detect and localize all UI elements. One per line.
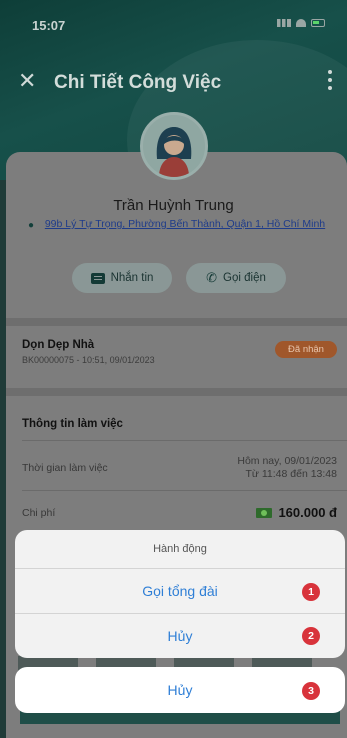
battery-icon — [311, 19, 325, 27]
step-marker-2: 2 — [302, 627, 320, 645]
customer-address[interactable]: 99b Lý Tự Trọng, Phường Bến Thành, Quận … — [30, 217, 340, 231]
row-separator — [22, 440, 347, 441]
action-sheet-title: Hành động — [153, 543, 207, 555]
phone-icon: ✆ — [206, 270, 218, 285]
close-icon[interactable]: ✕ — [18, 68, 36, 94]
message-button[interactable]: Nhắn tin — [72, 263, 172, 293]
section-divider — [6, 388, 347, 396]
more-vertical-icon[interactable] — [327, 70, 333, 90]
work-info-title: Thông tin làm việc — [22, 418, 123, 430]
work-time-range: Từ 11:48 đến 13:48 — [245, 468, 338, 480]
customer-name: Trần Huỳnh Trung — [113, 197, 234, 214]
step-marker-1: 1 — [302, 583, 320, 601]
message-button-label: Nhắn tin — [110, 272, 154, 284]
cancel-option[interactable]: Hủy — [15, 614, 345, 658]
avatar — [140, 112, 208, 180]
work-time-label: Thời gian làm việc — [22, 462, 108, 474]
work-time-date: Hôm nay, 09/01/2023 — [237, 455, 337, 467]
status-icons — [277, 19, 325, 27]
status-badge: Đã nhận — [275, 341, 337, 358]
job-title: Dọn Dẹp Nhà — [22, 339, 95, 351]
action-sheet: Hành động Gọi tổng đài Hủy — [15, 530, 345, 658]
app-bar: ✕ Chi Tiết Công Việc — [0, 62, 347, 106]
call-button-label: Gọi điện — [223, 272, 266, 284]
job-code-time: BK00000075 - 10:51, 09/01/2023 — [22, 355, 155, 365]
step-marker-3: 3 — [302, 682, 320, 700]
cost-amount: 160.000 đ — [278, 505, 337, 520]
cost-label: Chi phí — [22, 507, 56, 519]
signal-icon — [277, 19, 291, 27]
message-icon — [90, 272, 105, 284]
status-time: 15:07 — [32, 18, 66, 33]
section-divider — [6, 318, 347, 326]
call-center-option[interactable]: Gọi tổng đài — [15, 569, 345, 613]
page-title: Chi Tiết Công Việc — [54, 72, 222, 93]
wifi-icon — [296, 19, 306, 27]
cancel-button[interactable]: Hủy — [15, 667, 345, 713]
money-icon — [256, 507, 273, 518]
call-button[interactable]: ✆ Gọi điện — [186, 263, 286, 293]
cost-value: 160.000 đ — [256, 505, 337, 520]
status-bar: 15:07 — [0, 0, 347, 40]
work-time-value: Hôm nay, 09/01/2023 Từ 11:48 đến 13:48 — [237, 455, 337, 481]
row-separator — [22, 490, 347, 491]
